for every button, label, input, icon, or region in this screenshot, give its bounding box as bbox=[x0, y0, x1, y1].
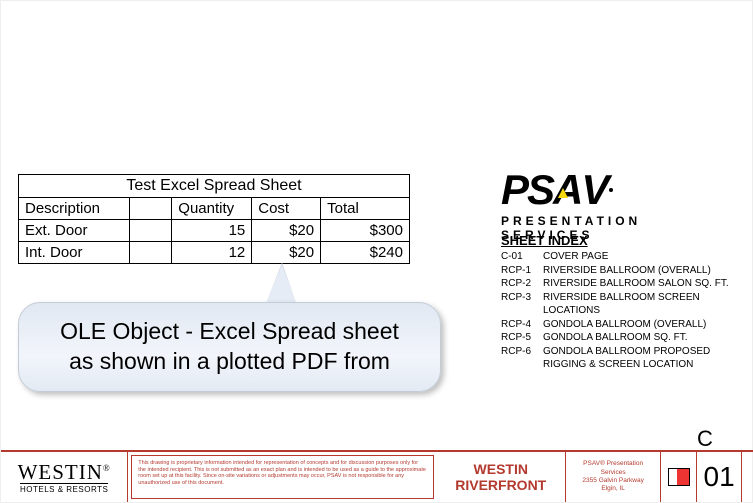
callout-line1: OLE Object - Excel Spread sheet bbox=[60, 317, 399, 347]
table-row: Int. Door 12 $20 $240 bbox=[19, 242, 410, 264]
col-total: Total bbox=[321, 198, 410, 220]
title-block: WESTIN® HOTELS & RESORTS This drawing is… bbox=[1, 450, 753, 502]
list-item: RCP-5GONDOLA BALLROOM SQ. FT. bbox=[501, 331, 741, 345]
psav-small-icon bbox=[661, 452, 697, 502]
col-cost: Cost bbox=[252, 198, 321, 220]
cell-desc: Int. Door bbox=[19, 242, 130, 264]
sheet-number: 01 bbox=[697, 452, 742, 502]
westin-logo: WESTIN® HOTELS & RESORTS bbox=[1, 452, 128, 502]
titleblock-stub bbox=[742, 452, 753, 502]
drawing-page: Test Excel Spread Sheet Description Quan… bbox=[0, 0, 753, 503]
callout-balloon: OLE Object - Excel Spread sheet as shown… bbox=[18, 279, 441, 387]
cell-cost: $20 bbox=[252, 220, 321, 242]
cell-cost: $20 bbox=[252, 242, 321, 264]
list-item: RCP-4GONDOLA BALLROOM (OVERALL) bbox=[501, 318, 741, 332]
excel-title: Test Excel Spread Sheet bbox=[19, 175, 410, 198]
list-item: RCP-1RIVERSIDE BALLROOM (OVERALL) bbox=[501, 264, 741, 278]
sheet-index-title: SHEET INDEX bbox=[501, 233, 741, 248]
excel-spreadsheet-ole: Test Excel Spread Sheet Description Quan… bbox=[18, 174, 410, 264]
cell-total: $300 bbox=[321, 220, 410, 242]
disclaimer-text: This drawing is proprietary information … bbox=[131, 455, 433, 499]
sheet-index: SHEET INDEX C-01COVER PAGE RCP-1RIVERSID… bbox=[501, 233, 741, 372]
psav-logo: PSAV PRESENTATION SERVICES bbox=[501, 166, 686, 242]
table-row: Ext. Door 15 $20 $300 bbox=[19, 220, 410, 242]
list-item: RCP-2RIVERSIDE BALLROOM SALON SQ. FT. bbox=[501, 277, 741, 291]
psav-dot-icon bbox=[609, 188, 613, 192]
psav-address: PSAV® Presentation Services 2355 Galvin … bbox=[566, 452, 661, 502]
col-description: Description bbox=[19, 198, 130, 220]
callout-body: OLE Object - Excel Spread sheet as shown… bbox=[18, 302, 441, 392]
psav-yellow-triangle-icon bbox=[558, 188, 568, 198]
list-item: RCP-3RIVERSIDE BALLROOM SCREEN LOCATIONS bbox=[501, 291, 741, 318]
cell-spacer bbox=[130, 220, 172, 242]
revision-letter: C bbox=[697, 426, 742, 452]
callout-line2: as shown in a plotted PDF from bbox=[69, 347, 390, 377]
col-quantity: Quantity bbox=[172, 198, 252, 220]
cell-spacer bbox=[130, 242, 172, 264]
cell-qty: 12 bbox=[172, 242, 252, 264]
list-item: C-01COVER PAGE bbox=[501, 250, 741, 264]
col-spacer bbox=[130, 198, 172, 220]
project-name: WESTIN RIVERFRONT bbox=[437, 452, 566, 502]
cell-qty: 15 bbox=[172, 220, 252, 242]
cell-desc: Ext. Door bbox=[19, 220, 130, 242]
psav-wordmark: PSAV bbox=[501, 166, 686, 214]
cell-total: $240 bbox=[321, 242, 410, 264]
list-item: RCP-6GONDOLA BALLROOM PROPOSED RIGGING &… bbox=[501, 345, 741, 372]
